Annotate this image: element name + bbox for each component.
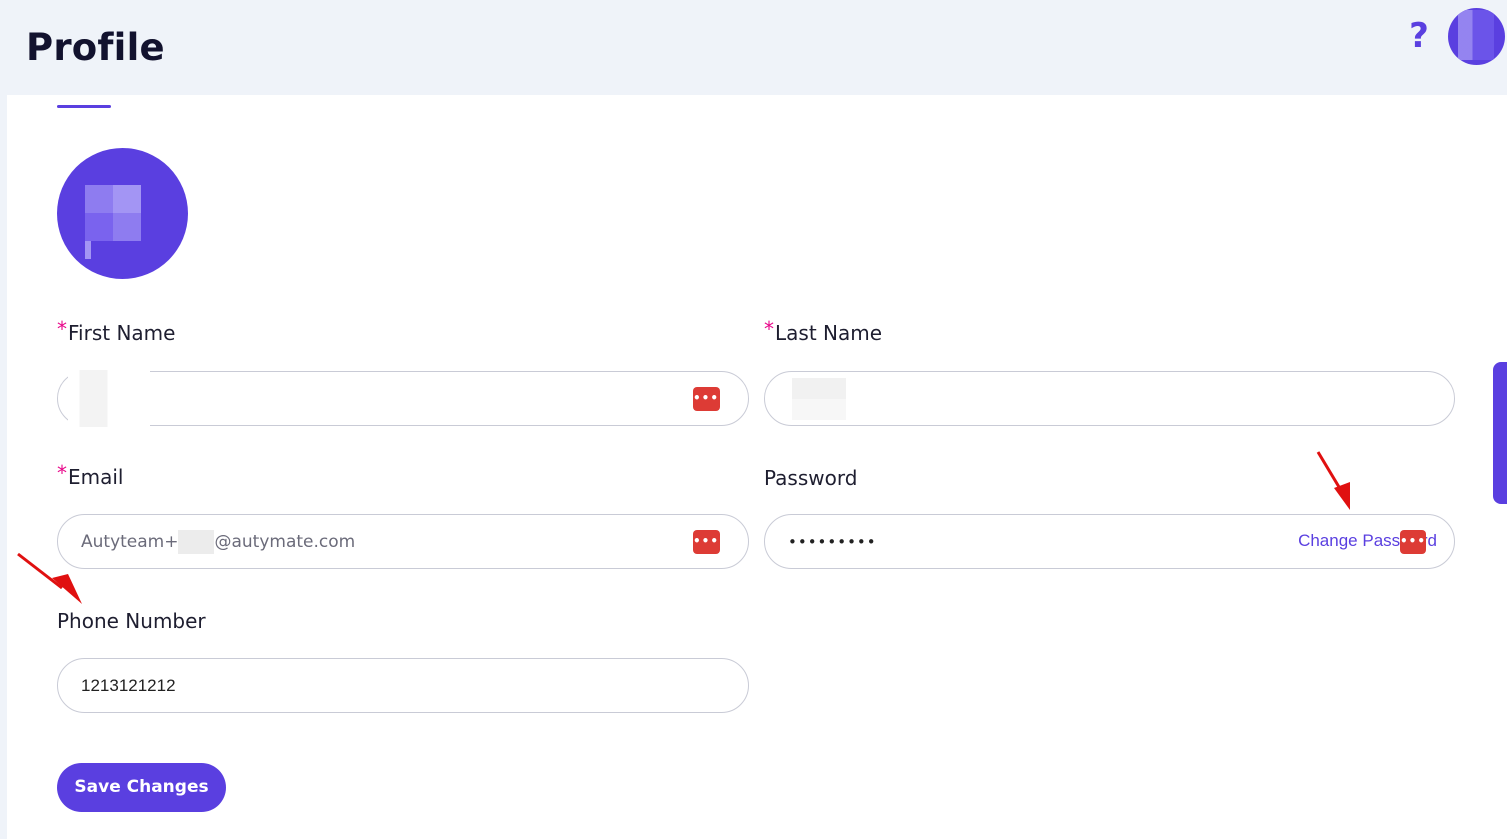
email-input[interactable]: Autyteam+ @autymate.com •••| xyxy=(57,514,749,569)
redacted-value xyxy=(68,370,150,427)
email-label: *Email xyxy=(57,461,124,489)
password-input[interactable]: ••••••••• Change Password ••• xyxy=(764,514,1455,569)
phone-number-label: Phone Number xyxy=(57,609,206,633)
last-name-label: *Last Name xyxy=(764,317,883,345)
top-header: Profile ? xyxy=(0,0,1507,95)
phone-number-value: 1213121212 xyxy=(81,675,176,695)
password-label: Password xyxy=(764,466,858,490)
email-value-prefix: Autyteam+ xyxy=(81,531,179,552)
avatar-pixel xyxy=(85,213,113,241)
password-value: ••••••••• xyxy=(788,532,877,551)
user-avatar[interactable] xyxy=(1448,8,1505,65)
first-name-input[interactable]: •••| xyxy=(57,370,749,427)
red-arrow-annotation xyxy=(1316,451,1350,510)
avatar-image xyxy=(1458,10,1494,60)
profile-card: *First Name •••| *Last Name *Email Autyt… xyxy=(7,95,1507,839)
save-changes-button[interactable]: Save Changes xyxy=(57,763,226,812)
last-name-input[interactable] xyxy=(764,371,1455,426)
active-tab-indicator xyxy=(57,105,111,108)
password-manager-icon[interactable]: ••• xyxy=(1400,530,1426,554)
profile-avatar[interactable] xyxy=(57,148,188,279)
phone-number-input[interactable]: 1213121212 xyxy=(57,658,749,713)
page-title: Profile xyxy=(26,26,165,69)
email-value-suffix: @autymate.com xyxy=(214,531,356,552)
redacted-value xyxy=(792,378,846,420)
red-arrow-annotation xyxy=(17,552,82,604)
redacted-value xyxy=(178,529,215,554)
side-scroll-handle[interactable] xyxy=(1493,362,1507,504)
first-name-label: *First Name xyxy=(57,317,176,345)
avatar-pixel xyxy=(85,241,91,259)
question-mark-icon[interactable]: ? xyxy=(1404,16,1434,56)
password-manager-icon[interactable]: •••| xyxy=(693,530,723,554)
avatar-pixel xyxy=(113,185,141,213)
password-manager-icon[interactable]: •••| xyxy=(693,387,723,411)
